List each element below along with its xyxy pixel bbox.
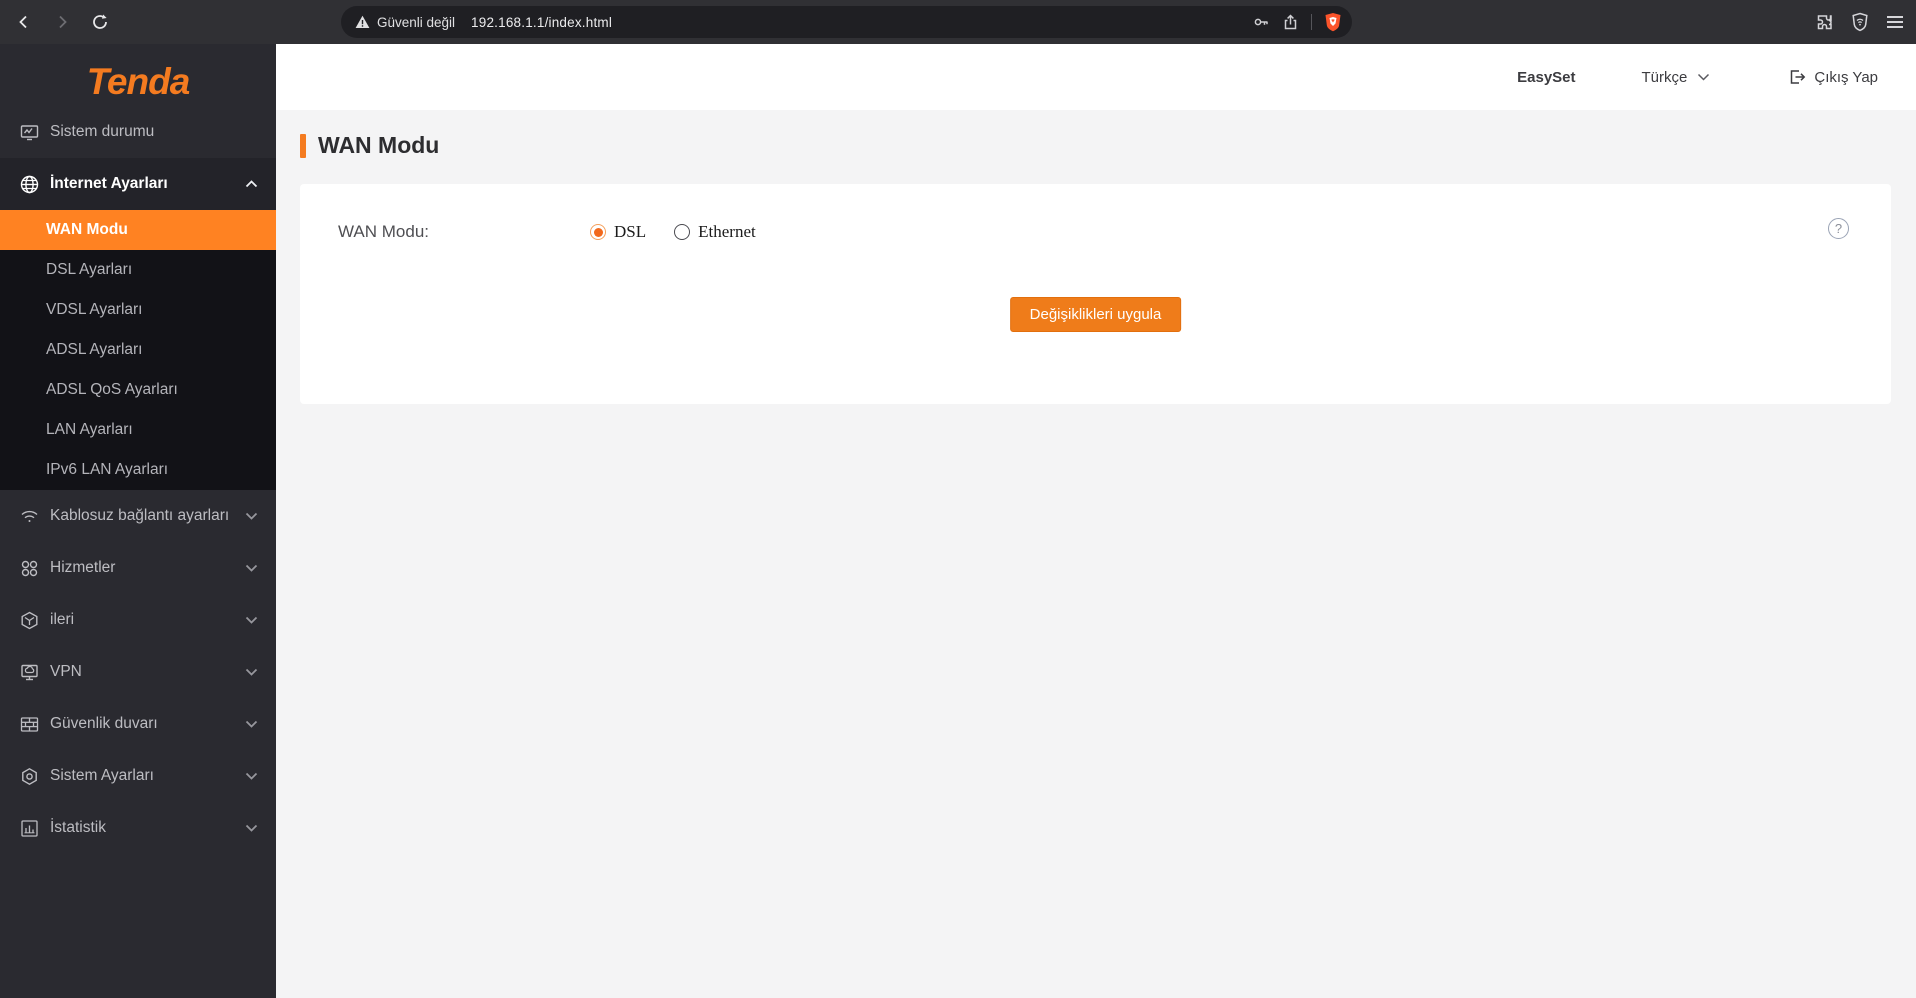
chevron-down-icon <box>1697 73 1710 81</box>
sidebar-item-guvenlik-duvari[interactable]: Güvenlik duvarı <box>0 698 276 750</box>
radio-unselected-icon[interactable] <box>674 224 691 240</box>
wan-mode-form-row: WAN Modu: DSL Ethernet <box>300 184 1891 242</box>
sidebar-item-label: Hizmetler <box>50 559 116 576</box>
logout-button[interactable]: Çıkış Yap <box>1788 68 1878 86</box>
sidebar-item-label: Sistem Ayarları <box>50 767 154 784</box>
chevron-down-icon <box>245 720 258 728</box>
settings-icon <box>20 767 39 786</box>
chevron-down-icon <box>245 668 258 676</box>
chevron-up-icon <box>245 180 258 188</box>
radio-label[interactable]: Ethernet <box>698 222 756 242</box>
tenda-logo: Tenda <box>86 61 191 102</box>
vpn-monitor-icon <box>20 663 39 682</box>
logout-icon <box>1788 68 1806 86</box>
apply-changes-button[interactable]: Değişiklikleri uygula <box>1009 297 1182 332</box>
chevron-down-icon <box>245 512 258 520</box>
sidebar-subitem-adsl-qos-ayarlari[interactable]: ADSL QoS Ayarları <box>0 370 276 410</box>
radio-selected-icon[interactable] <box>590 224 606 240</box>
chevron-down-icon <box>245 772 258 780</box>
url-text[interactable]: 192.168.1.1/index.html <box>471 15 612 30</box>
firewall-icon <box>20 715 39 734</box>
sidebar-item-istatistik[interactable]: İstatistik <box>0 802 276 854</box>
main-content: WAN Modu WAN Modu: DSL Ethernet ? Değişi… <box>276 110 1916 998</box>
browser-toolbar: Güvenli değil 192.168.1.1/index.html <box>0 0 1916 44</box>
wan-mode-field-label: WAN Modu: <box>338 222 430 241</box>
sidebar-item-label: Güvenlik duvarı <box>50 715 158 732</box>
subitem-label: VDSL Ayarları <box>46 301 143 318</box>
password-key-icon[interactable] <box>1252 13 1270 31</box>
toolbar-separator <box>1311 14 1312 30</box>
forward-button[interactable] <box>48 8 76 36</box>
reload-button[interactable] <box>86 8 114 36</box>
page-title: WAN Modu <box>318 132 440 158</box>
language-label: Türkçe <box>1641 68 1688 86</box>
sidebar-item-label: İstatistik <box>50 819 106 836</box>
brave-shield-icon[interactable] <box>1324 12 1342 32</box>
wan-mode-radio-group: DSL Ethernet <box>590 222 756 242</box>
security-status[interactable]: Güvenli değil <box>355 15 455 30</box>
sidebar-item-ileri[interactable]: ileri <box>0 594 276 646</box>
sidebar-item-label: İnternet Ayarları <box>50 175 168 192</box>
radio-option-dsl[interactable]: DSL <box>590 222 646 242</box>
chevron-down-icon <box>245 616 258 624</box>
radio-option-ethernet[interactable]: Ethernet <box>674 222 756 242</box>
radio-label[interactable]: DSL <box>614 222 646 242</box>
browser-menu-icon[interactable] <box>1886 14 1904 30</box>
brave-rewards-shield-icon[interactable] <box>1851 12 1869 32</box>
sidebar-item-hizmetler[interactable]: Hizmetler <box>0 542 276 594</box>
sidebar-subitem-adsl-ayarlari[interactable]: ADSL Ayarları <box>0 330 276 370</box>
sidebar-subitem-vdsl-ayarlari[interactable]: VDSL Ayarları <box>0 290 276 330</box>
address-bar[interactable]: Güvenli değil 192.168.1.1/index.html <box>341 6 1352 38</box>
sidebar-subitem-dsl-ayarlari[interactable]: DSL Ayarları <box>0 250 276 290</box>
sidebar-subitem-ipv6-lan-ayarlari[interactable]: IPv6 LAN Ayarları <box>0 450 276 490</box>
back-icon <box>16 14 32 30</box>
sidebar-item-label: VPN <box>50 663 82 680</box>
sidebar-item-label: Kablosuz bağlantı ayarları <box>50 507 230 524</box>
logo: Tenda <box>0 44 276 106</box>
subitem-label: DSL Ayarları <box>46 261 133 278</box>
sidebar-item-label: Sistem durumu <box>50 123 155 140</box>
back-button[interactable] <box>10 8 38 36</box>
page-header: EasySet Türkçe Çıkış Yap <box>276 44 1916 110</box>
sidebar-item-sistem-durumu[interactable]: Sistem durumu <box>0 106 276 158</box>
sidebar-subitem-wan-modu[interactable]: WAN Modu <box>0 210 276 250</box>
sidebar-item-label: ileri <box>50 611 75 628</box>
subitem-label: ADSL Ayarları <box>46 341 143 358</box>
logout-label: Çıkış Yap <box>1814 68 1878 86</box>
chevron-down-icon <box>245 564 258 572</box>
help-question-icon[interactable]: ? <box>1828 218 1849 239</box>
services-icon <box>20 559 39 578</box>
extensions-puzzle-icon[interactable] <box>1815 13 1834 32</box>
globe-icon <box>20 175 39 194</box>
warning-triangle-icon <box>355 15 370 29</box>
reload-icon <box>91 13 109 31</box>
internet-settings-submenu: WAN Modu DSL Ayarları VDSL Ayarları ADSL… <box>0 210 276 490</box>
chevron-down-icon <box>245 824 258 832</box>
sidebar: Tenda Sistem durumu İnternet Ayarları WA… <box>0 44 276 998</box>
statistics-icon <box>20 819 39 838</box>
sidebar-subitem-lan-ayarlari[interactable]: LAN Ayarları <box>0 410 276 450</box>
subitem-label: IPv6 LAN Ayarları <box>46 461 169 478</box>
monitor-status-icon <box>20 123 39 142</box>
sidebar-item-vpn[interactable]: VPN <box>0 646 276 698</box>
share-icon[interactable] <box>1282 14 1299 31</box>
sidebar-item-internet-ayarlari[interactable]: İnternet Ayarları <box>0 158 276 210</box>
forward-icon <box>54 14 70 30</box>
language-selector[interactable]: Türkçe <box>1642 69 1711 86</box>
title-accent-bar <box>300 133 306 158</box>
subitem-label: ADSL QoS Ayarları <box>46 381 178 398</box>
sidebar-item-sistem-ayarlari[interactable]: Sistem Ayarları <box>0 750 276 802</box>
subitem-label: LAN Ayarları <box>46 421 133 438</box>
sidebar-item-kablosuz[interactable]: Kablosuz bağlantı ayarları <box>0 490 276 542</box>
wifi-icon <box>20 507 39 526</box>
subitem-label: WAN Modu <box>46 221 128 238</box>
page-title-row: WAN Modu <box>300 132 1916 159</box>
cube-icon <box>20 611 39 630</box>
wan-mode-card: WAN Modu: DSL Ethernet ? Değişiklikleri … <box>300 184 1891 404</box>
easyset-link[interactable]: EasySet <box>1517 69 1575 86</box>
security-warning-label: Güvenli değil <box>377 14 456 30</box>
